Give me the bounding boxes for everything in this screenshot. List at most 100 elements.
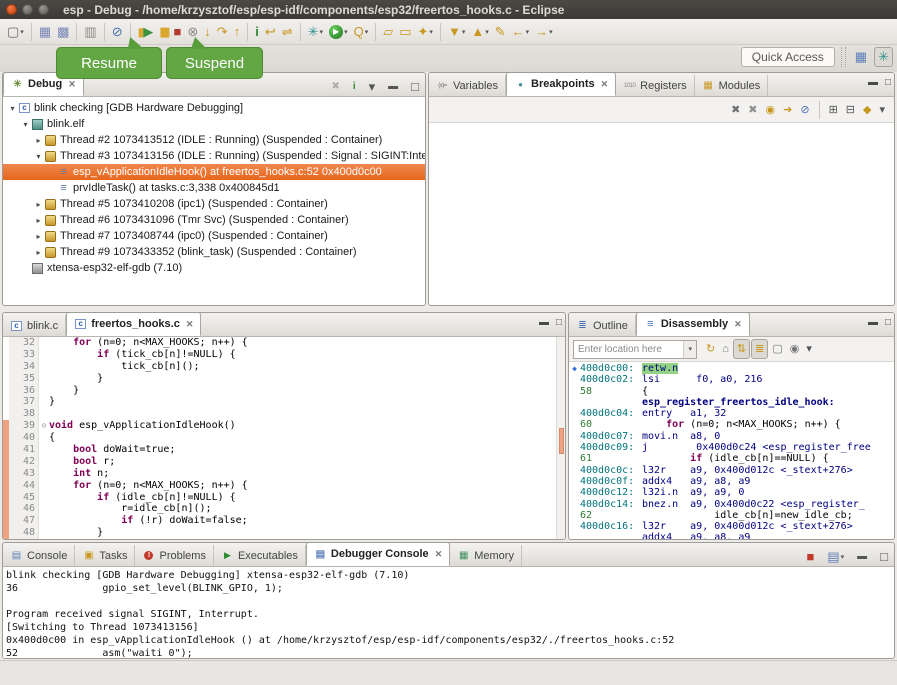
open-new-view-button[interactable]: ▢ xyxy=(769,339,785,359)
save-all-button[interactable]: ▩ xyxy=(54,22,72,42)
close-icon[interactable]: ✕ xyxy=(68,79,76,90)
run-button[interactable]: ▶ ▾ xyxy=(326,22,351,42)
fold-icon[interactable] xyxy=(39,480,49,492)
terminate-button[interactable]: ■ xyxy=(171,22,185,42)
expander-icon[interactable]: ▾ xyxy=(20,120,31,129)
chevron-down-icon[interactable]: ▾ xyxy=(683,341,696,358)
show-breakpoints-for-selected-button[interactable]: ◉ xyxy=(763,100,779,120)
debugger-console-output[interactable]: blink checking [GDB Hardware Debugging] … xyxy=(3,567,894,659)
minimize-button[interactable]: ▬ xyxy=(385,77,401,97)
expander-icon[interactable]: ▸ xyxy=(33,232,44,241)
breakpoints-list-area[interactable] xyxy=(429,123,894,306)
maximize-button[interactable]: □ xyxy=(885,77,891,88)
fold-icon[interactable] xyxy=(39,361,49,373)
instruction-stepping-view-toggle[interactable]: i xyxy=(350,77,359,97)
view-tab[interactable]: Variables xyxy=(429,75,506,96)
build-button[interactable]: ▥ xyxy=(81,22,99,42)
open-perspective-button[interactable]: ▦ xyxy=(852,47,870,67)
close-window-button[interactable] xyxy=(6,4,17,15)
minimize-button[interactable]: ▬ xyxy=(868,77,878,88)
minimize-button[interactable]: ▬ xyxy=(854,547,870,567)
location-combo[interactable]: Enter location here ▾ xyxy=(573,340,697,359)
use-step-filters-toggle[interactable]: ⇌ xyxy=(279,22,296,42)
code-editor[interactable]: 32 for (n=0; n<MAX_HOOKS; n++) { 33 if (… xyxy=(3,337,565,540)
minimize-window-button[interactable] xyxy=(22,4,33,15)
console-tab[interactable]: Executables xyxy=(214,545,306,566)
overview-ruler[interactable] xyxy=(556,337,565,540)
expander-icon[interactable]: ▸ xyxy=(33,200,44,209)
go-to-file-for-breakpoint-button[interactable]: ➔ xyxy=(780,100,795,120)
debug-tree-row[interactable]: esp_vApplicationIdleHook() at freertos_h… xyxy=(3,164,425,180)
debug-tree-row[interactable]: ▸ Thread #5 1073410208 (ipc1) (Suspended… xyxy=(3,196,425,212)
close-icon[interactable]: ✕ xyxy=(435,549,443,560)
expander-icon[interactable]: ▸ xyxy=(33,248,44,257)
maximize-button[interactable]: □ xyxy=(408,77,422,97)
console-tab[interactable]: Tasks xyxy=(75,545,135,566)
fold-icon[interactable] xyxy=(39,456,49,468)
fold-icon[interactable] xyxy=(39,515,49,527)
search-button[interactable]: ✦ ▾ xyxy=(415,22,436,42)
fold-icon[interactable]: ⊖ xyxy=(39,420,49,432)
view-tab[interactable]: Breakpoints ✕ xyxy=(506,72,616,96)
fold-icon[interactable] xyxy=(39,385,49,397)
console-tab[interactable]: Debugger Console ✕ xyxy=(306,542,450,566)
view-tab[interactable]: Modules xyxy=(695,75,769,96)
save-button[interactable]: ▦ xyxy=(36,22,54,42)
close-icon[interactable]: ✕ xyxy=(601,79,609,90)
fold-icon[interactable] xyxy=(39,527,49,539)
refresh-view-button[interactable]: ↻ xyxy=(703,339,718,359)
new-wizard-button[interactable]: ▢ ▾ xyxy=(4,22,27,42)
last-edit-location-button[interactable]: ✎ xyxy=(492,22,509,42)
forward-button[interactable]: → ▾ xyxy=(532,22,556,42)
expander-icon[interactable]: ▾ xyxy=(33,152,44,161)
expander-icon[interactable]: ▸ xyxy=(33,216,44,225)
debug-tree-row[interactable]: ▸ Thread #9 1073433352 (blink_task) (Sus… xyxy=(3,244,425,260)
sync-with-debug-context-toggle[interactable]: ⇅ xyxy=(733,339,750,359)
external-tools-button[interactable]: Q ▾ xyxy=(351,22,372,42)
view-menu-button[interactable]: ▾ xyxy=(803,339,815,359)
debug-tree-row[interactable]: ▸ Thread #2 1073413512 (IDLE : Running) … xyxy=(3,132,425,148)
expander-icon[interactable]: ▾ xyxy=(7,104,18,113)
expand-all-button[interactable]: ⊞ xyxy=(826,100,841,120)
fold-icon[interactable] xyxy=(39,396,49,408)
open-resource-button[interactable]: ▭ xyxy=(396,22,414,42)
remove-selected-breakpoints-button[interactable]: ✖ xyxy=(728,100,743,120)
quick-access-button[interactable]: Quick Access xyxy=(741,47,835,67)
debug-button[interactable]: ✳ ▾ xyxy=(305,22,326,42)
editor-tab[interactable]: freertos_hooks.c ✕ xyxy=(66,312,201,336)
disassembly-listing[interactable]: ◆ 400d0c00: retw.n 400d0c02: lsi f0, a0,… xyxy=(569,362,894,540)
fold-icon[interactable] xyxy=(39,444,49,456)
expander-icon[interactable]: ▸ xyxy=(33,136,44,145)
fold-icon[interactable] xyxy=(39,432,49,444)
debug-tree-row[interactable]: xtensa-esp32-elf-gdb (7.10) xyxy=(3,260,425,276)
view-menu-button[interactable]: ▾ xyxy=(876,100,888,120)
maximize-button[interactable]: □ xyxy=(877,547,891,567)
maximize-window-button[interactable] xyxy=(38,4,49,15)
debug-tree-row[interactable]: ▸ Thread #6 1073431096 (Tmr Svc) (Suspen… xyxy=(3,212,425,228)
fold-icon[interactable] xyxy=(39,468,49,480)
back-button[interactable]: ← ▾ xyxy=(509,22,533,42)
fold-icon[interactable] xyxy=(39,539,49,540)
pin-view-button[interactable]: ◉ xyxy=(787,339,803,359)
debug-tree-row[interactable]: prvIdleTask() at tasks.c:3,338 0x400845d… xyxy=(3,180,425,196)
step-over-button[interactable]: ↷ xyxy=(214,22,231,42)
minimize-button[interactable]: ▬ xyxy=(539,317,549,328)
fold-icon[interactable] xyxy=(39,373,49,385)
terminate-console-button[interactable]: ■ xyxy=(803,547,817,567)
view-tab[interactable]: Outline xyxy=(569,315,636,336)
view-menu-button[interactable]: ▾ xyxy=(366,77,379,97)
debug-tree-row[interactable]: ▸ Thread #7 1073408744 (ipc0) (Suspended… xyxy=(3,228,425,244)
remove-all-breakpoints-button[interactable]: ✖ xyxy=(745,100,760,120)
close-icon[interactable]: ✕ xyxy=(734,319,742,330)
debug-tree-row[interactable]: ▾ blink.elf xyxy=(3,116,425,132)
skip-all-breakpoints-toggle[interactable]: ⊘ xyxy=(797,100,812,120)
link-with-debug-view-toggle[interactable]: ◆ xyxy=(860,100,874,120)
fold-icon[interactable] xyxy=(39,503,49,515)
console-tab[interactable]: Memory xyxy=(450,545,522,566)
collapse-all-button[interactable]: ⊟ xyxy=(843,100,858,120)
console-tab[interactable]: Problems xyxy=(135,545,213,566)
editor-tab[interactable]: blink.c xyxy=(3,315,66,336)
view-tab[interactable]: Disassembly ✕ xyxy=(636,312,750,336)
close-icon[interactable]: ✕ xyxy=(186,319,194,330)
go-home-button[interactable]: ⌂ xyxy=(719,339,732,359)
